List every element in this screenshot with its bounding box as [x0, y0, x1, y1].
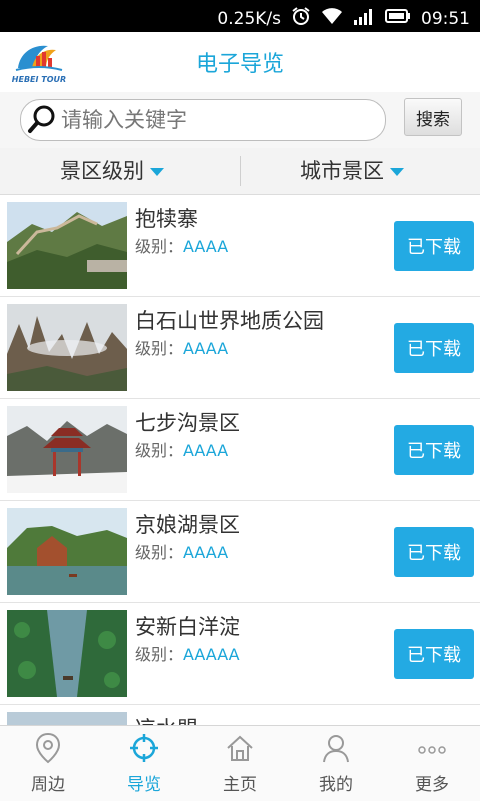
app-header: HEBEI TOUR 电子导览 [0, 32, 480, 93]
search-field[interactable] [20, 99, 386, 141]
tab-label: 主页 [223, 775, 257, 795]
list-item[interactable]: 安新白洋淀 级别：AAAAA 已下载 [0, 603, 480, 705]
filter-label: 城市景区 [300, 159, 384, 183]
scenic-name: 七步沟景区 [135, 411, 240, 435]
bottom-tab-bar: 周边 导览 主页 我的 更多 [0, 725, 480, 801]
level-value: AAAA [183, 339, 229, 358]
list-item[interactable]: 抱犊寨 级别：AAAA 已下载 [0, 195, 480, 297]
user-icon [323, 735, 349, 763]
search-bar: 搜索 [0, 92, 480, 148]
dropdown-triangle-icon [390, 168, 404, 176]
level-label: 级别： [135, 339, 184, 358]
tab-guide[interactable]: 导览 [96, 726, 192, 801]
city-filter-dropdown[interactable]: 城市景区 [300, 148, 404, 194]
scenic-level: 级别：AAAAA [135, 641, 240, 665]
signal-icon [353, 7, 375, 30]
tab-home[interactable]: 主页 [192, 726, 288, 801]
scenic-thumbnail [7, 202, 127, 289]
filter-divider [240, 156, 241, 186]
tab-label: 更多 [415, 775, 449, 795]
target-icon [130, 734, 158, 762]
level-label: 级别： [135, 441, 184, 460]
scenic-spot-list: 抱犊寨 级别：AAAA 已下载 白石山世界地质公园 级别：AAAA 已下载 七步… [0, 195, 480, 725]
level-value: AAAA [183, 543, 229, 562]
scenic-thumbnail [7, 508, 127, 595]
list-item[interactable]: 京娘湖景区 级别：AAAA 已下载 [0, 501, 480, 603]
downloaded-button[interactable]: 已下载 [394, 527, 474, 577]
scenic-thumbnail [7, 406, 127, 493]
downloaded-button[interactable]: 已下载 [394, 323, 474, 373]
status-bar: 0.25K/s 09:51 [0, 0, 480, 32]
wifi-icon [321, 7, 343, 30]
more-dots-icon [418, 746, 446, 754]
location-pin-icon [35, 732, 61, 764]
battery-icon [385, 8, 411, 29]
search-input[interactable] [59, 105, 363, 135]
scenic-thumbnail [7, 304, 127, 391]
scenic-level: 级别：AAAA [135, 539, 228, 563]
filter-bar: 景区级别 城市景区 [0, 148, 480, 195]
level-value: AAAA [183, 441, 229, 460]
tab-nearby[interactable]: 周边 [0, 726, 96, 801]
level-label: 级别： [135, 645, 184, 664]
list-item[interactable]: 凉水盟 [0, 705, 480, 725]
downloaded-button[interactable]: 已下载 [394, 425, 474, 475]
home-icon [227, 735, 253, 761]
scenic-level: 级别：AAAA [135, 437, 228, 461]
list-item[interactable]: 白石山世界地质公园 级别：AAAA 已下载 [0, 297, 480, 399]
tab-mine[interactable]: 我的 [288, 726, 384, 801]
downloaded-button[interactable]: 已下载 [394, 629, 474, 679]
search-icon [28, 105, 55, 133]
scenic-level: 级别：AAAA [135, 335, 228, 359]
page-title: 电子导览 [195, 52, 284, 77]
level-value: AAAAA [183, 645, 240, 664]
scenic-thumbnail [7, 610, 127, 697]
network-speed: 0.25K/s [217, 8, 281, 29]
scenic-name: 白石山世界地质公园 [135, 309, 324, 333]
tab-label: 我的 [319, 775, 353, 795]
tab-label: 周边 [31, 775, 65, 795]
scenic-name: 安新白洋淀 [135, 615, 240, 639]
level-filter-dropdown[interactable]: 景区级别 [60, 148, 164, 194]
clock-time: 09:51 [421, 8, 470, 29]
scenic-name: 京娘湖景区 [135, 513, 240, 537]
list-item[interactable]: 七步沟景区 级别：AAAA 已下载 [0, 399, 480, 501]
scenic-thumbnail [7, 712, 127, 725]
tab-more[interactable]: 更多 [384, 726, 480, 801]
alarm-icon [291, 6, 311, 31]
level-label: 级别： [135, 237, 184, 256]
scenic-level: 级别：AAAA [135, 233, 228, 257]
tab-label: 导览 [127, 775, 161, 795]
dropdown-triangle-icon [150, 168, 164, 176]
level-label: 级别： [135, 543, 184, 562]
scenic-name: 抱犊寨 [135, 207, 198, 231]
level-value: AAAA [183, 237, 229, 256]
filter-label: 景区级别 [60, 159, 144, 183]
downloaded-button[interactable]: 已下载 [394, 221, 474, 271]
scenic-name: 凉水盟 [135, 713, 198, 725]
search-button[interactable]: 搜索 [404, 98, 462, 136]
